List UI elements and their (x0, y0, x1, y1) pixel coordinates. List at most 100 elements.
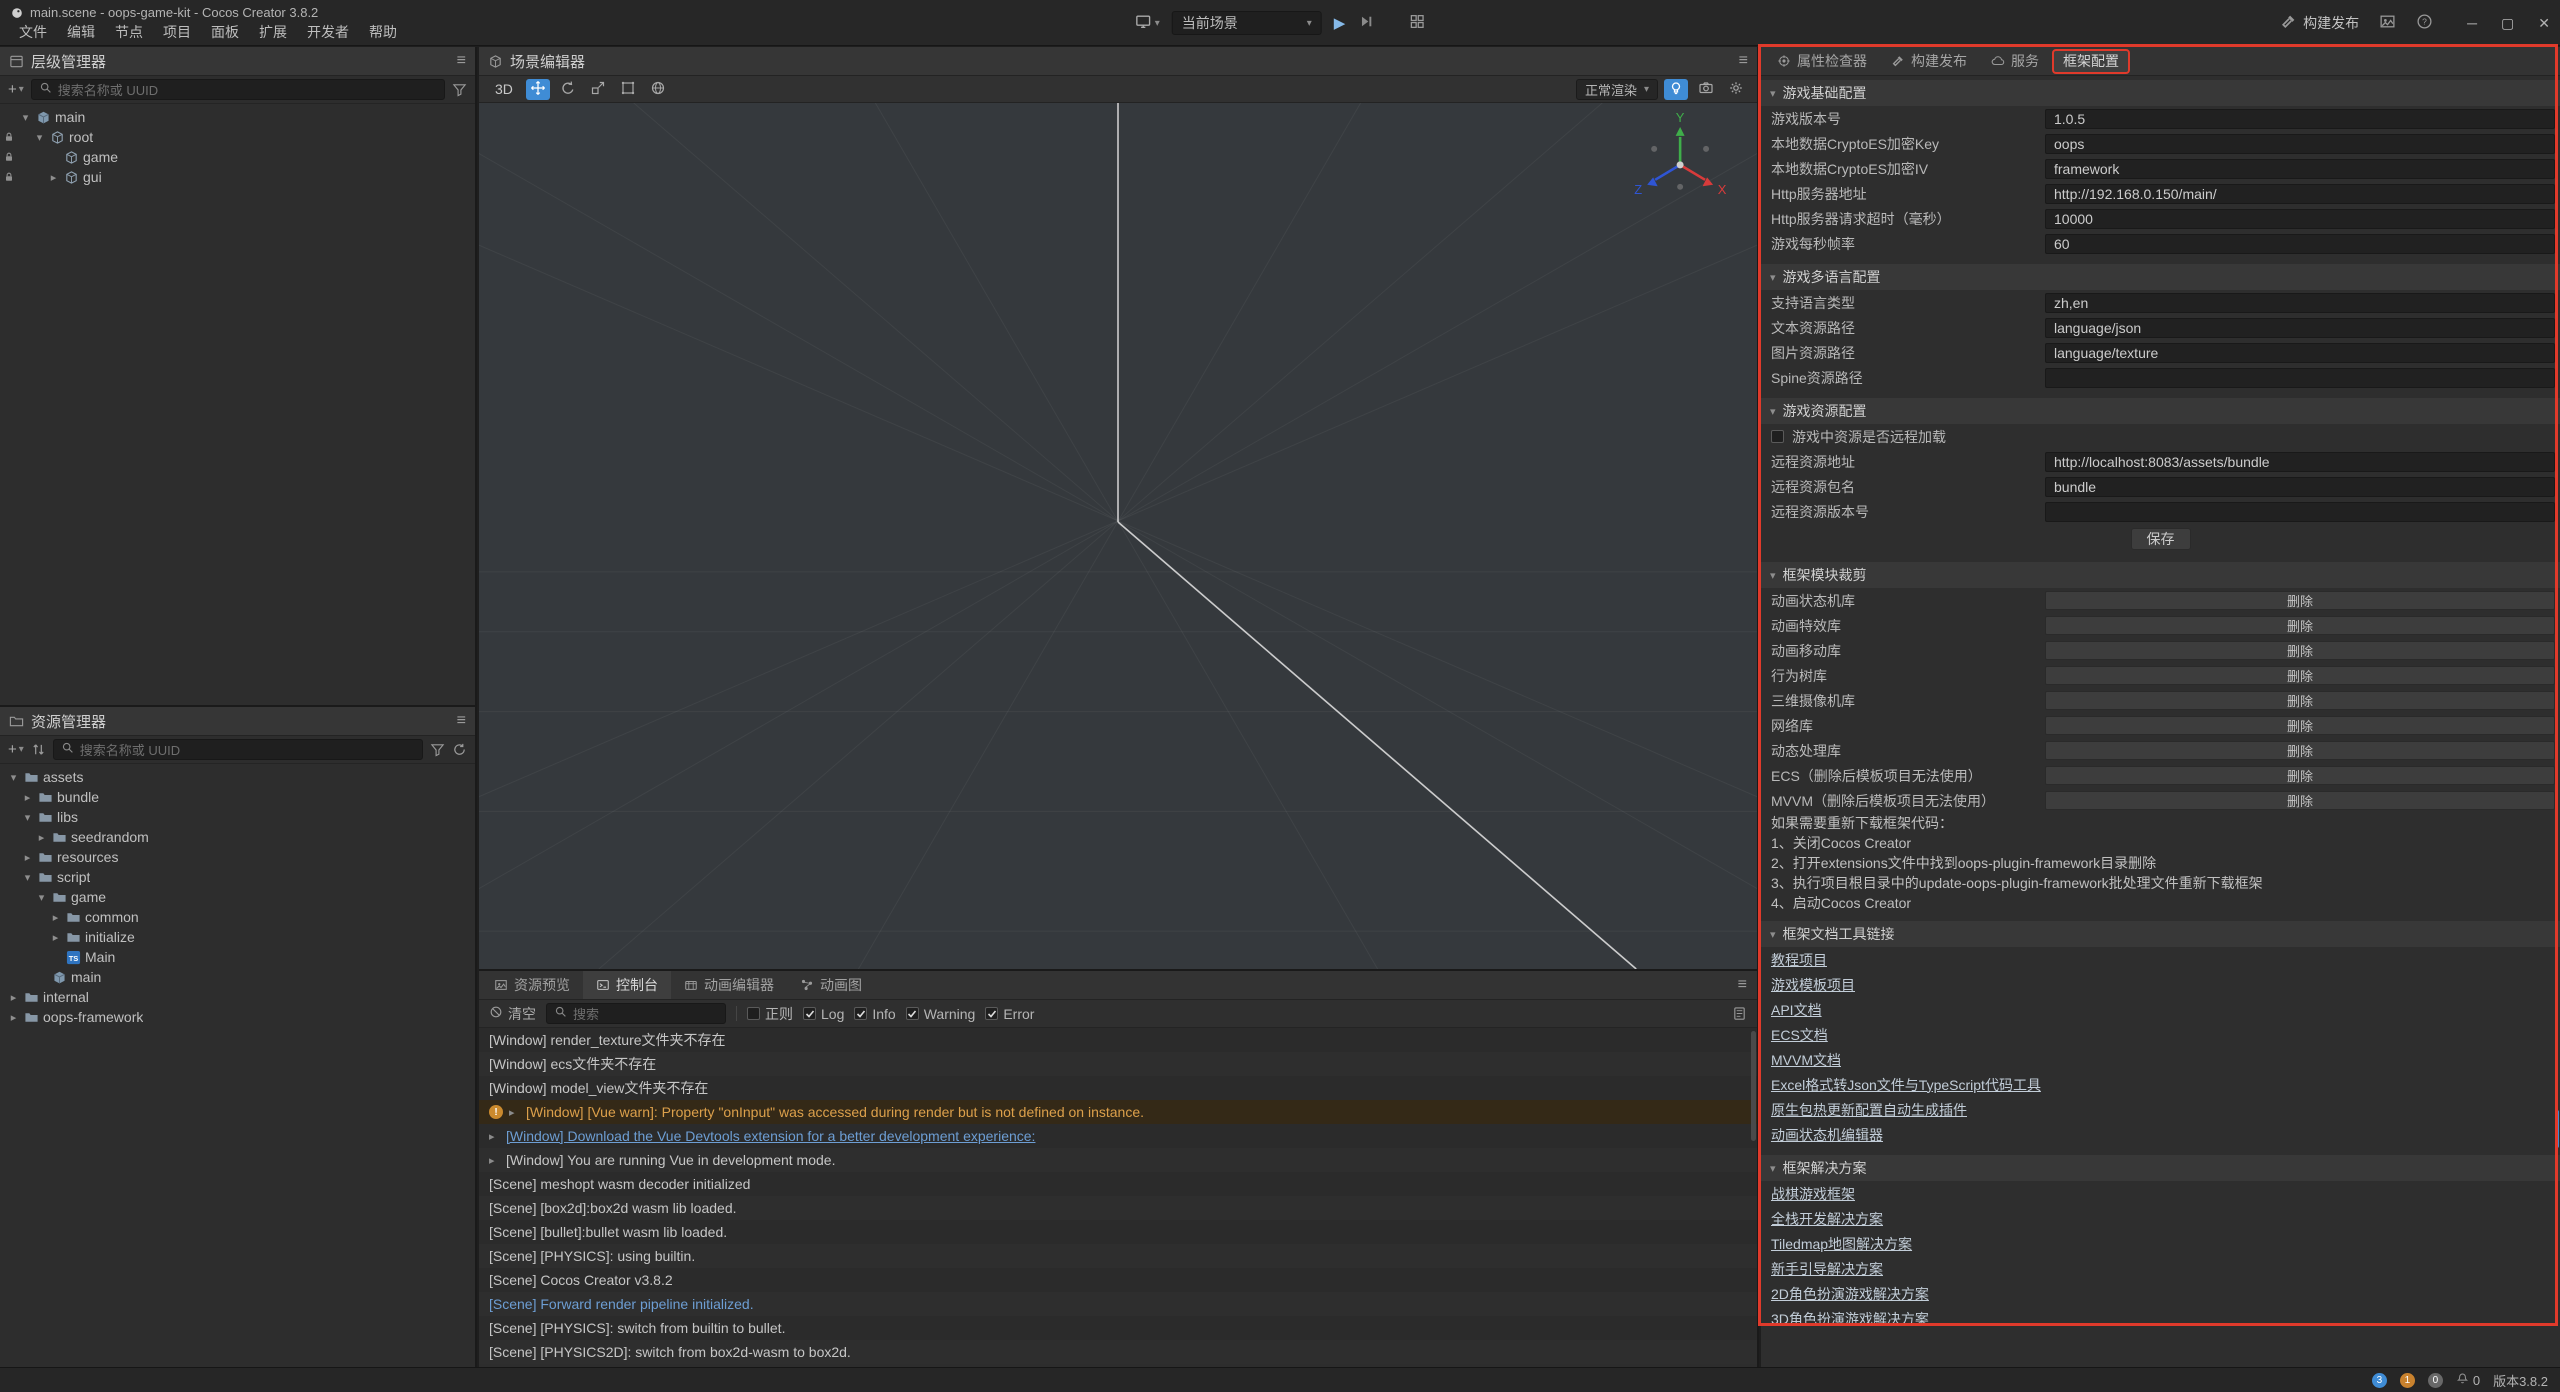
mode-3d-button[interactable]: 3D (488, 79, 520, 100)
preview-window-button[interactable] (2379, 13, 2396, 33)
rect-tool-button[interactable] (616, 79, 640, 100)
tree-item-resources[interactable]: ▸resources (0, 847, 475, 867)
inspector-tab-build-publish[interactable]: 构建发布 (1881, 50, 1977, 73)
filter-log-checkbox[interactable]: Log (803, 1006, 844, 1022)
menu-帮助[interactable]: 帮助 (360, 21, 406, 43)
delete-module-button[interactable]: 删除 (2045, 641, 2555, 660)
step-button[interactable] (1357, 13, 1374, 33)
maximize-button[interactable]: ▢ (2501, 15, 2514, 32)
lock-icon[interactable] (3, 171, 15, 183)
doc-link[interactable]: 教程项目 (1771, 950, 1827, 970)
panel-menu-icon[interactable]: ≡ (457, 712, 466, 730)
clear-console-button[interactable]: 清空 (489, 1004, 536, 1024)
doc-link[interactable]: 全栈开发解决方案 (1771, 1209, 1883, 1229)
field-input[interactable] (2045, 368, 2555, 388)
section-header-游戏资源配置[interactable]: ▾游戏资源配置 (1761, 398, 2560, 424)
panel-menu-icon[interactable]: ≡ (1738, 971, 1757, 999)
tree-item-assets[interactable]: ▾assets (0, 767, 475, 787)
inspector-tab-service[interactable]: 服务 (1981, 50, 2049, 73)
chevron-down-icon[interactable]: ▾ (35, 891, 48, 904)
inspector-tab-property-inspector[interactable]: 属性检查器 (1767, 50, 1877, 73)
doc-link[interactable]: Tiledmap地图解决方案 (1771, 1234, 1912, 1254)
section-header-游戏多语言配置[interactable]: ▾游戏多语言配置 (1761, 264, 2560, 290)
chevron-down-icon[interactable]: ▾ (21, 811, 34, 824)
tree-item-libs[interactable]: ▾libs (0, 807, 475, 827)
chevron-right-icon[interactable]: ▸ (7, 1011, 20, 1024)
chevron-right-icon[interactable]: ▸ (49, 931, 62, 944)
console-tab-animation-graph[interactable]: 动画图 (787, 971, 875, 999)
chevron-down-icon[interactable]: ▾ (21, 871, 34, 884)
hierarchy-search-input[interactable]: 搜索名称或 UUID (31, 79, 445, 100)
field-input[interactable] (2045, 502, 2555, 522)
filter-info-checkbox[interactable]: Info (854, 1006, 895, 1022)
tree-item-main[interactable]: ▾main (0, 107, 475, 127)
inspector-tab-framework-config[interactable]: 框架配置 (2053, 50, 2129, 73)
delete-module-button[interactable]: 删除 (2045, 691, 2555, 710)
panel-menu-icon[interactable]: ≡ (457, 52, 466, 70)
doc-link[interactable]: API文档 (1771, 1000, 1822, 1020)
inspector-scrollbar[interactable] (2555, 1110, 2559, 1148)
world-local-toggle-button[interactable] (646, 79, 670, 100)
menu-编辑[interactable]: 编辑 (58, 21, 104, 43)
preview-device-button[interactable]: ▾ (1135, 13, 1160, 33)
doc-link[interactable]: 新手引导解决方案 (1771, 1259, 1883, 1279)
menu-文件[interactable]: 文件 (10, 21, 56, 43)
delete-module-button[interactable]: 删除 (2045, 741, 2555, 760)
error-count-badge[interactable]: 0 (2428, 1373, 2443, 1388)
rotate-tool-button[interactable] (556, 79, 580, 100)
console-report-button[interactable] (1732, 1006, 1747, 1021)
console-search-input[interactable]: 搜索 (546, 1003, 726, 1024)
tree-item-Main[interactable]: TSMain (0, 947, 475, 967)
minimize-button[interactable]: ─ (2467, 15, 2477, 32)
lock-icon[interactable] (3, 151, 15, 163)
doc-link[interactable]: MVVM文档 (1771, 1050, 1841, 1070)
field-input[interactable]: bundle (2045, 477, 2555, 497)
chevron-right-icon[interactable]: ▸ (35, 831, 48, 844)
menu-节点[interactable]: 节点 (106, 21, 152, 43)
filter-warning-checkbox[interactable]: Warning (906, 1006, 976, 1022)
section-header-框架解决方案[interactable]: ▾框架解决方案 (1761, 1155, 2560, 1181)
add-node-button[interactable]: +▾ (8, 81, 24, 98)
section-header-游戏基础配置[interactable]: ▾游戏基础配置 (1761, 80, 2560, 106)
chevron-right-icon[interactable]: ▸ (509, 1106, 520, 1119)
delete-module-button[interactable]: 删除 (2045, 766, 2555, 785)
tree-item-main[interactable]: main (0, 967, 475, 987)
console-tab-console[interactable]: 控制台 (583, 971, 671, 999)
tree-item-common[interactable]: ▸common (0, 907, 475, 927)
field-input[interactable]: language/texture (2045, 343, 2555, 363)
menu-项目[interactable]: 项目 (154, 21, 200, 43)
close-button[interactable]: ✕ (2538, 15, 2550, 32)
view-gizmo[interactable]: Y X Z (1634, 110, 1727, 197)
doc-link[interactable]: 战棋游戏框架 (1771, 1184, 1855, 1204)
field-input[interactable]: framework (2045, 159, 2555, 179)
add-asset-button[interactable]: +▾ (8, 741, 24, 758)
field-input[interactable]: http://localhost:8083/assets/bundle (2045, 452, 2555, 472)
tree-item-gui[interactable]: ▸gui (0, 167, 475, 187)
chevron-down-icon[interactable]: ▾ (7, 771, 20, 784)
doc-link[interactable]: 原生包热更新配置自动生成插件 (1771, 1100, 1967, 1120)
field-input[interactable]: language/json (2045, 318, 2555, 338)
sort-button[interactable] (31, 742, 46, 757)
lock-icon[interactable] (3, 131, 15, 143)
delete-module-button[interactable]: 删除 (2045, 716, 2555, 735)
delete-module-button[interactable]: 删除 (2045, 791, 2555, 810)
save-button[interactable]: 保存 (2131, 528, 2191, 550)
tree-item-internal[interactable]: ▸internal (0, 987, 475, 1007)
menu-开发者[interactable]: 开发者 (298, 21, 358, 43)
tree-item-root[interactable]: ▾root (0, 127, 475, 147)
render-mode-select[interactable]: 正常渲染 ▾ (1576, 79, 1658, 100)
chevron-down-icon[interactable]: ▾ (33, 131, 46, 144)
chevron-right-icon[interactable]: ▸ (49, 911, 62, 924)
delete-module-button[interactable]: 删除 (2045, 591, 2555, 610)
help-button[interactable]: ? (2416, 13, 2433, 33)
field-input[interactable]: 60 (2045, 234, 2555, 254)
tree-item-game[interactable]: ▾game (0, 887, 475, 907)
tree-item-oops-framework[interactable]: ▸oops-framework (0, 1007, 475, 1027)
scene-select[interactable]: 当前场景 ▾ (1172, 11, 1322, 35)
layout-grid-button[interactable] (1408, 13, 1425, 33)
camera-snapshot-button[interactable] (1694, 79, 1718, 100)
tree-item-seedrandom[interactable]: ▸seedrandom (0, 827, 475, 847)
field-input[interactable]: oops (2045, 134, 2555, 154)
build-publish-button[interactable]: 构建发布 (2280, 13, 2359, 33)
field-input[interactable]: 10000 (2045, 209, 2555, 229)
